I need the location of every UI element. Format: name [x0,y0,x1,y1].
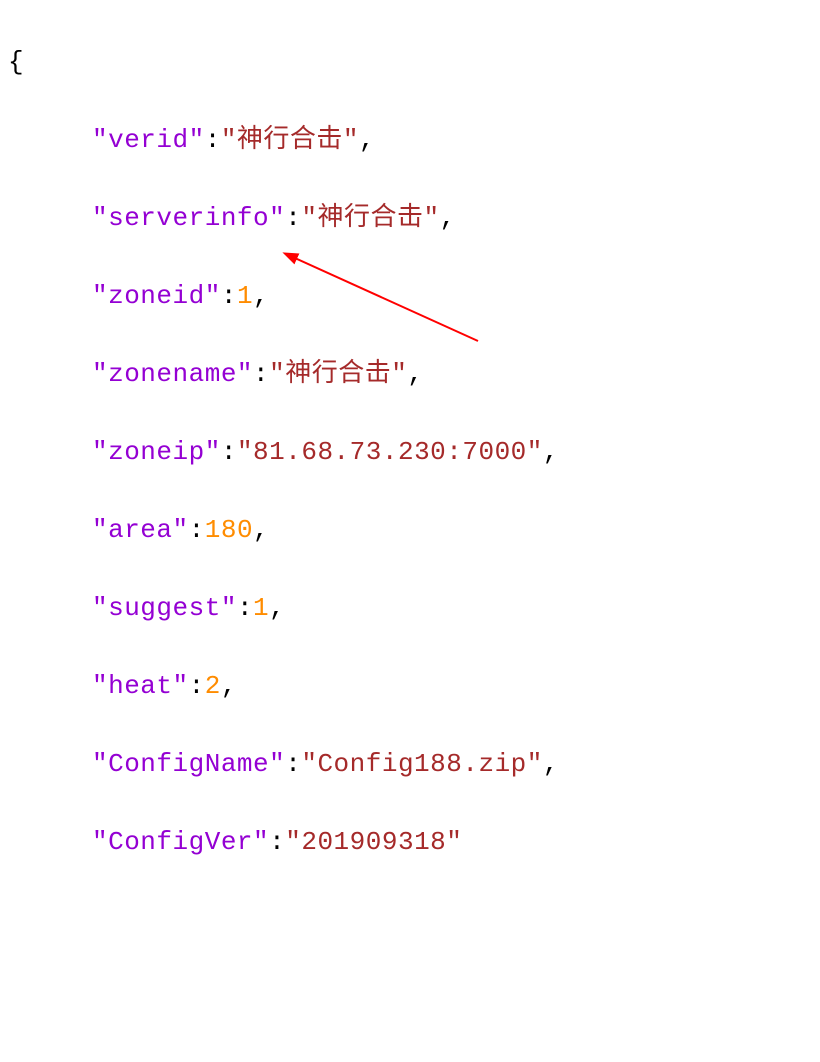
json-key: "ConfigVer" [92,827,269,857]
json-key: "serverinfo" [92,203,285,233]
comma: , [440,203,456,233]
code-line: "ConfigName":"Config188.zip", [8,745,820,784]
blank-line [8,979,820,1018]
code-line: "heat":2, [8,667,820,706]
code-line: "zonename":"神行合击", [8,355,820,394]
json-value: 1 [253,593,269,623]
brace-open-line: { [8,43,820,82]
code-line: "verid":"神行合击", [8,121,820,160]
colon: : [237,593,253,623]
code-line: "ConfigVer":"201909318" [8,823,820,862]
colon: : [253,359,269,389]
json-key: "zonename" [92,359,253,389]
comma: , [359,125,375,155]
code-line: "zoneid":1, [8,277,820,316]
colon: : [189,671,205,701]
json-code-block: { "verid":"神行合击", "serverinfo":"神行合击", "… [0,0,820,1062]
code-line: "suggest":1, [8,589,820,628]
json-key: "zoneip" [92,437,221,467]
json-value: "201909318" [285,827,462,857]
json-key: "heat" [92,671,189,701]
colon: : [221,281,237,311]
comma: , [407,359,423,389]
json-key: "verid" [92,125,205,155]
json-value: "神行合击" [301,203,439,233]
json-value: "81.68.73.230:7000" [237,437,543,467]
json-key: "zoneid" [92,281,221,311]
comma: , [221,671,237,701]
code-line: "serverinfo":"神行合击", [8,199,820,238]
colon: : [285,749,301,779]
comma: , [543,749,559,779]
colon: : [221,437,237,467]
brace-close-line: } [8,1057,820,1062]
comma: , [253,515,269,545]
colon: : [269,827,285,857]
code-line: "zoneip":"81.68.73.230:7000", [8,433,820,472]
colon: : [205,125,221,155]
json-key: "area" [92,515,189,545]
json-value: 2 [205,671,221,701]
colon: : [189,515,205,545]
json-key: "suggest" [92,593,237,623]
json-value: "神行合击" [221,125,359,155]
json-key: "ConfigName" [92,749,285,779]
colon: : [285,203,301,233]
json-value: 180 [205,515,253,545]
json-value: "Config188.zip" [301,749,543,779]
brace-open: { [8,47,24,77]
comma: , [543,437,559,467]
json-value: 1 [237,281,253,311]
json-value: "神行合击" [269,359,407,389]
brace-close: } [8,1061,24,1062]
blank-line [8,901,820,940]
comma: , [253,281,269,311]
comma: , [269,593,285,623]
